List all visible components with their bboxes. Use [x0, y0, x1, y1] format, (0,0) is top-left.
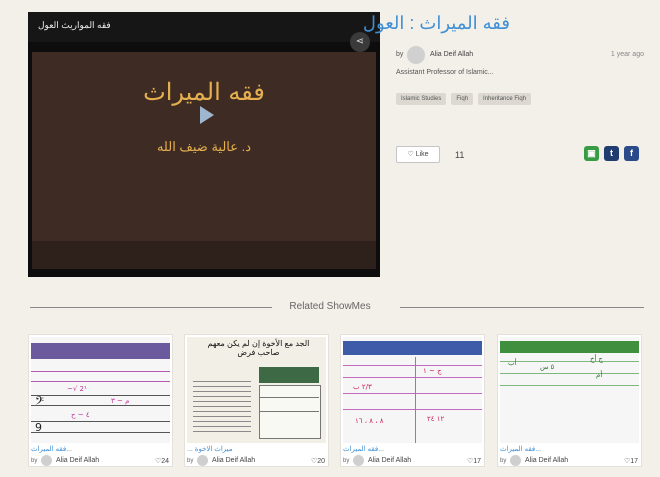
thumbnail-heading: الجد مع الأخوة إن لم يكن معهم صاحب فرض — [207, 339, 310, 357]
card-author[interactable]: Alia Deif Allah — [368, 457, 411, 464]
slide-title: فقه الميراث — [143, 78, 265, 106]
related-card[interactable]: الجد مع الأخوة إن لم يكن معهم صاحب فرض م… — [184, 334, 329, 467]
card-thumbnail[interactable]: الجد مع الأخوة إن لم يكن معهم صاحب فرض — [187, 337, 326, 443]
showme-title: فقه الميراث : العول — [362, 13, 510, 33]
card-author[interactable]: Alia Deif Allah — [525, 457, 568, 464]
like-count: 11 — [455, 150, 465, 160]
facebook-icon[interactable]: f — [624, 146, 639, 161]
like-button[interactable]: ♡ Like — [396, 146, 440, 163]
player-overlay-title: فقه المواريث العول — [38, 20, 111, 30]
card-author[interactable]: Alia Deif Allah — [56, 457, 99, 464]
play-icon[interactable] — [200, 106, 214, 124]
avatar — [197, 455, 208, 466]
google-classroom-icon[interactable]: ▣ — [584, 146, 599, 161]
screen-band — [32, 241, 376, 269]
share-icon[interactable]: ⋖ — [350, 32, 370, 52]
divider-right — [400, 307, 644, 308]
tag-fiqh[interactable]: Fiqh — [451, 93, 474, 105]
author-bio: Assistant Professor of Islamic... — [396, 69, 494, 76]
card-by-label: by — [343, 458, 350, 464]
timestamp: 1 year ago — [610, 51, 644, 58]
author-row: by Alia Deif Allah 1 year ago — [396, 46, 644, 66]
card-likes: ♡24 — [154, 458, 169, 465]
tag-inheritance-fiqh[interactable]: Inheritance Fiqh — [478, 93, 532, 105]
card-thumbnail[interactable]: ٢/٣ ﺏ ﺝ ~ ١ ٨ ، ٨ ، ١٦ ١٢ ٢٤ — [343, 337, 482, 443]
related-card[interactable]: ﺃﺏ ٥ ﺱ ﺝ ﺃﺥ ﺃﻡ ...فقه الميراث by Alia De… — [497, 334, 642, 467]
tag-islamic-studies[interactable]: Islamic Studies — [396, 93, 447, 105]
card-likes: ♡17 — [466, 458, 481, 465]
card-by-label: by — [187, 458, 194, 464]
card-title[interactable]: ميراث الاخوة ... — [187, 445, 233, 453]
twitter-icon[interactable]: t — [604, 146, 619, 161]
avatar — [510, 455, 521, 466]
card-title[interactable]: ...فقه الميراث — [500, 445, 541, 453]
related-card[interactable]: ٢/٣ ﺏ ﺝ ~ ١ ٨ ، ٨ ، ١٦ ١٢ ٢٤ ...فقه المي… — [340, 334, 485, 467]
card-by-label: by — [31, 458, 38, 464]
player-top-bar: فقه المواريث العول — [28, 12, 380, 42]
tag-list: Islamic Studies Fiqh Inheritance Fiqh — [396, 93, 532, 105]
by-label: by — [396, 51, 404, 58]
card-author[interactable]: Alia Deif Allah — [212, 457, 255, 464]
card-thumbnail[interactable]: ﺃﺏ ٥ ﺱ ﺝ ﺃﺥ ﺃﻡ — [500, 337, 639, 443]
card-likes: ♡17 — [623, 458, 638, 465]
video-player[interactable]: فقه المواريث العول ⋖ فقه الميراث د. عالي… — [28, 12, 380, 277]
avatar — [353, 455, 364, 466]
card-thumbnail[interactable]: 𝄢 9 ~√ 2¹ ﻡ ~ ٣ ٤ ~ ﺡ — [31, 337, 170, 443]
avatar[interactable] — [407, 46, 425, 64]
card-title[interactable]: ...فقه الميراث — [343, 445, 384, 453]
related-card[interactable]: 𝄢 9 ~√ 2¹ ﻡ ~ ٣ ٤ ~ ﺡ ...فقه الميراث by … — [28, 334, 173, 467]
avatar — [41, 455, 52, 466]
card-by-label: by — [500, 458, 507, 464]
slide-author: د. عالية ضيف الله — [156, 139, 252, 154]
card-title[interactable]: ...فقه الميراث — [31, 445, 72, 453]
author-link[interactable]: Alia Deif Allah — [430, 51, 473, 58]
social-share: ▣ t f — [584, 146, 639, 161]
card-likes: ♡20 — [310, 458, 325, 465]
